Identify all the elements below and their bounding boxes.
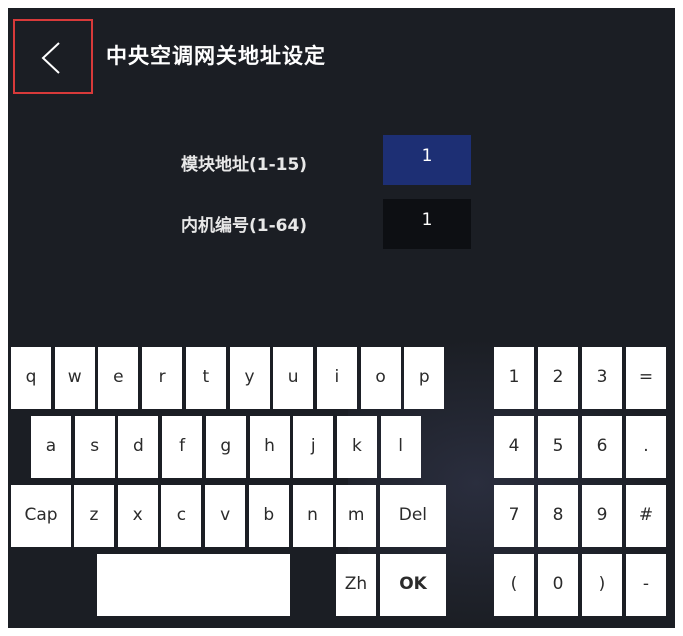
module-address-field[interactable]: 1 (383, 135, 471, 185)
ok-key[interactable]: OK (380, 554, 446, 616)
key-f[interactable]: f (162, 416, 203, 478)
module-address-label: 模块地址(1-15) (181, 155, 308, 175)
numpad-key-2[interactable]: 2 (538, 347, 578, 409)
numpad-key-9[interactable]: 9 (582, 485, 622, 547)
key-i[interactable]: i (316, 347, 357, 409)
key-x[interactable]: x (117, 485, 158, 547)
key-e[interactable]: e (98, 347, 139, 409)
screen: 中央空调网关地址设定 模块地址(1-15) 1 内机编号(1-64) 1 qwe… (8, 8, 675, 628)
key-a[interactable]: a (31, 416, 71, 478)
key-o[interactable]: o (360, 347, 401, 409)
numpad-key-hash[interactable]: # (626, 485, 666, 547)
numpad-key-minus[interactable]: - (626, 554, 666, 616)
key-k[interactable]: k (336, 416, 377, 478)
key-n[interactable]: n (292, 485, 333, 547)
numpad-key-0[interactable]: 0 (538, 554, 578, 616)
numpad-key-7[interactable]: 7 (494, 485, 534, 547)
numpad-key-equals[interactable]: = (626, 347, 666, 409)
back-button[interactable] (13, 19, 93, 94)
zh-key[interactable]: Zh (336, 554, 376, 616)
key-y[interactable]: y (229, 347, 270, 409)
numpad-key-rparen[interactable]: ) (582, 554, 622, 616)
key-m[interactable]: m (336, 485, 377, 547)
numpad-key-3[interactable]: 3 (582, 347, 622, 409)
unit-number-label: 内机编号(1-64) (181, 216, 308, 236)
key-p[interactable]: p (404, 347, 445, 409)
key-t[interactable]: t (185, 347, 226, 409)
key-r[interactable]: r (142, 347, 183, 409)
numpad-key-5[interactable]: 5 (538, 416, 578, 478)
numpad-key-6[interactable]: 6 (582, 416, 622, 478)
key-del[interactable]: Del (379, 485, 446, 547)
key-l[interactable]: l (380, 416, 421, 478)
key-h[interactable]: h (249, 416, 290, 478)
key-u[interactable]: u (273, 347, 314, 409)
key-cap[interactable]: Cap (11, 485, 71, 547)
key-s[interactable]: s (74, 416, 115, 478)
key-q[interactable]: q (11, 347, 51, 409)
chevron-left-icon (41, 42, 60, 74)
numpad-key-1[interactable]: 1 (494, 347, 534, 409)
numpad-key-dot[interactable]: . (626, 416, 666, 478)
key-c[interactable]: c (161, 485, 202, 547)
page-title: 中央空调网关地址设定 (106, 44, 326, 68)
key-d[interactable]: d (118, 416, 159, 478)
key-b[interactable]: b (248, 485, 289, 547)
space-key[interactable] (97, 554, 290, 616)
numpad-key-lparen[interactable]: ( (494, 554, 534, 616)
unit-number-field[interactable]: 1 (383, 199, 471, 249)
key-j[interactable]: j (293, 416, 334, 478)
key-w[interactable]: w (54, 347, 95, 409)
numpad-key-4[interactable]: 4 (494, 416, 534, 478)
key-v[interactable]: v (205, 485, 246, 547)
key-g[interactable]: g (205, 416, 246, 478)
numpad-key-8[interactable]: 8 (538, 485, 578, 547)
key-z[interactable]: z (74, 485, 114, 547)
